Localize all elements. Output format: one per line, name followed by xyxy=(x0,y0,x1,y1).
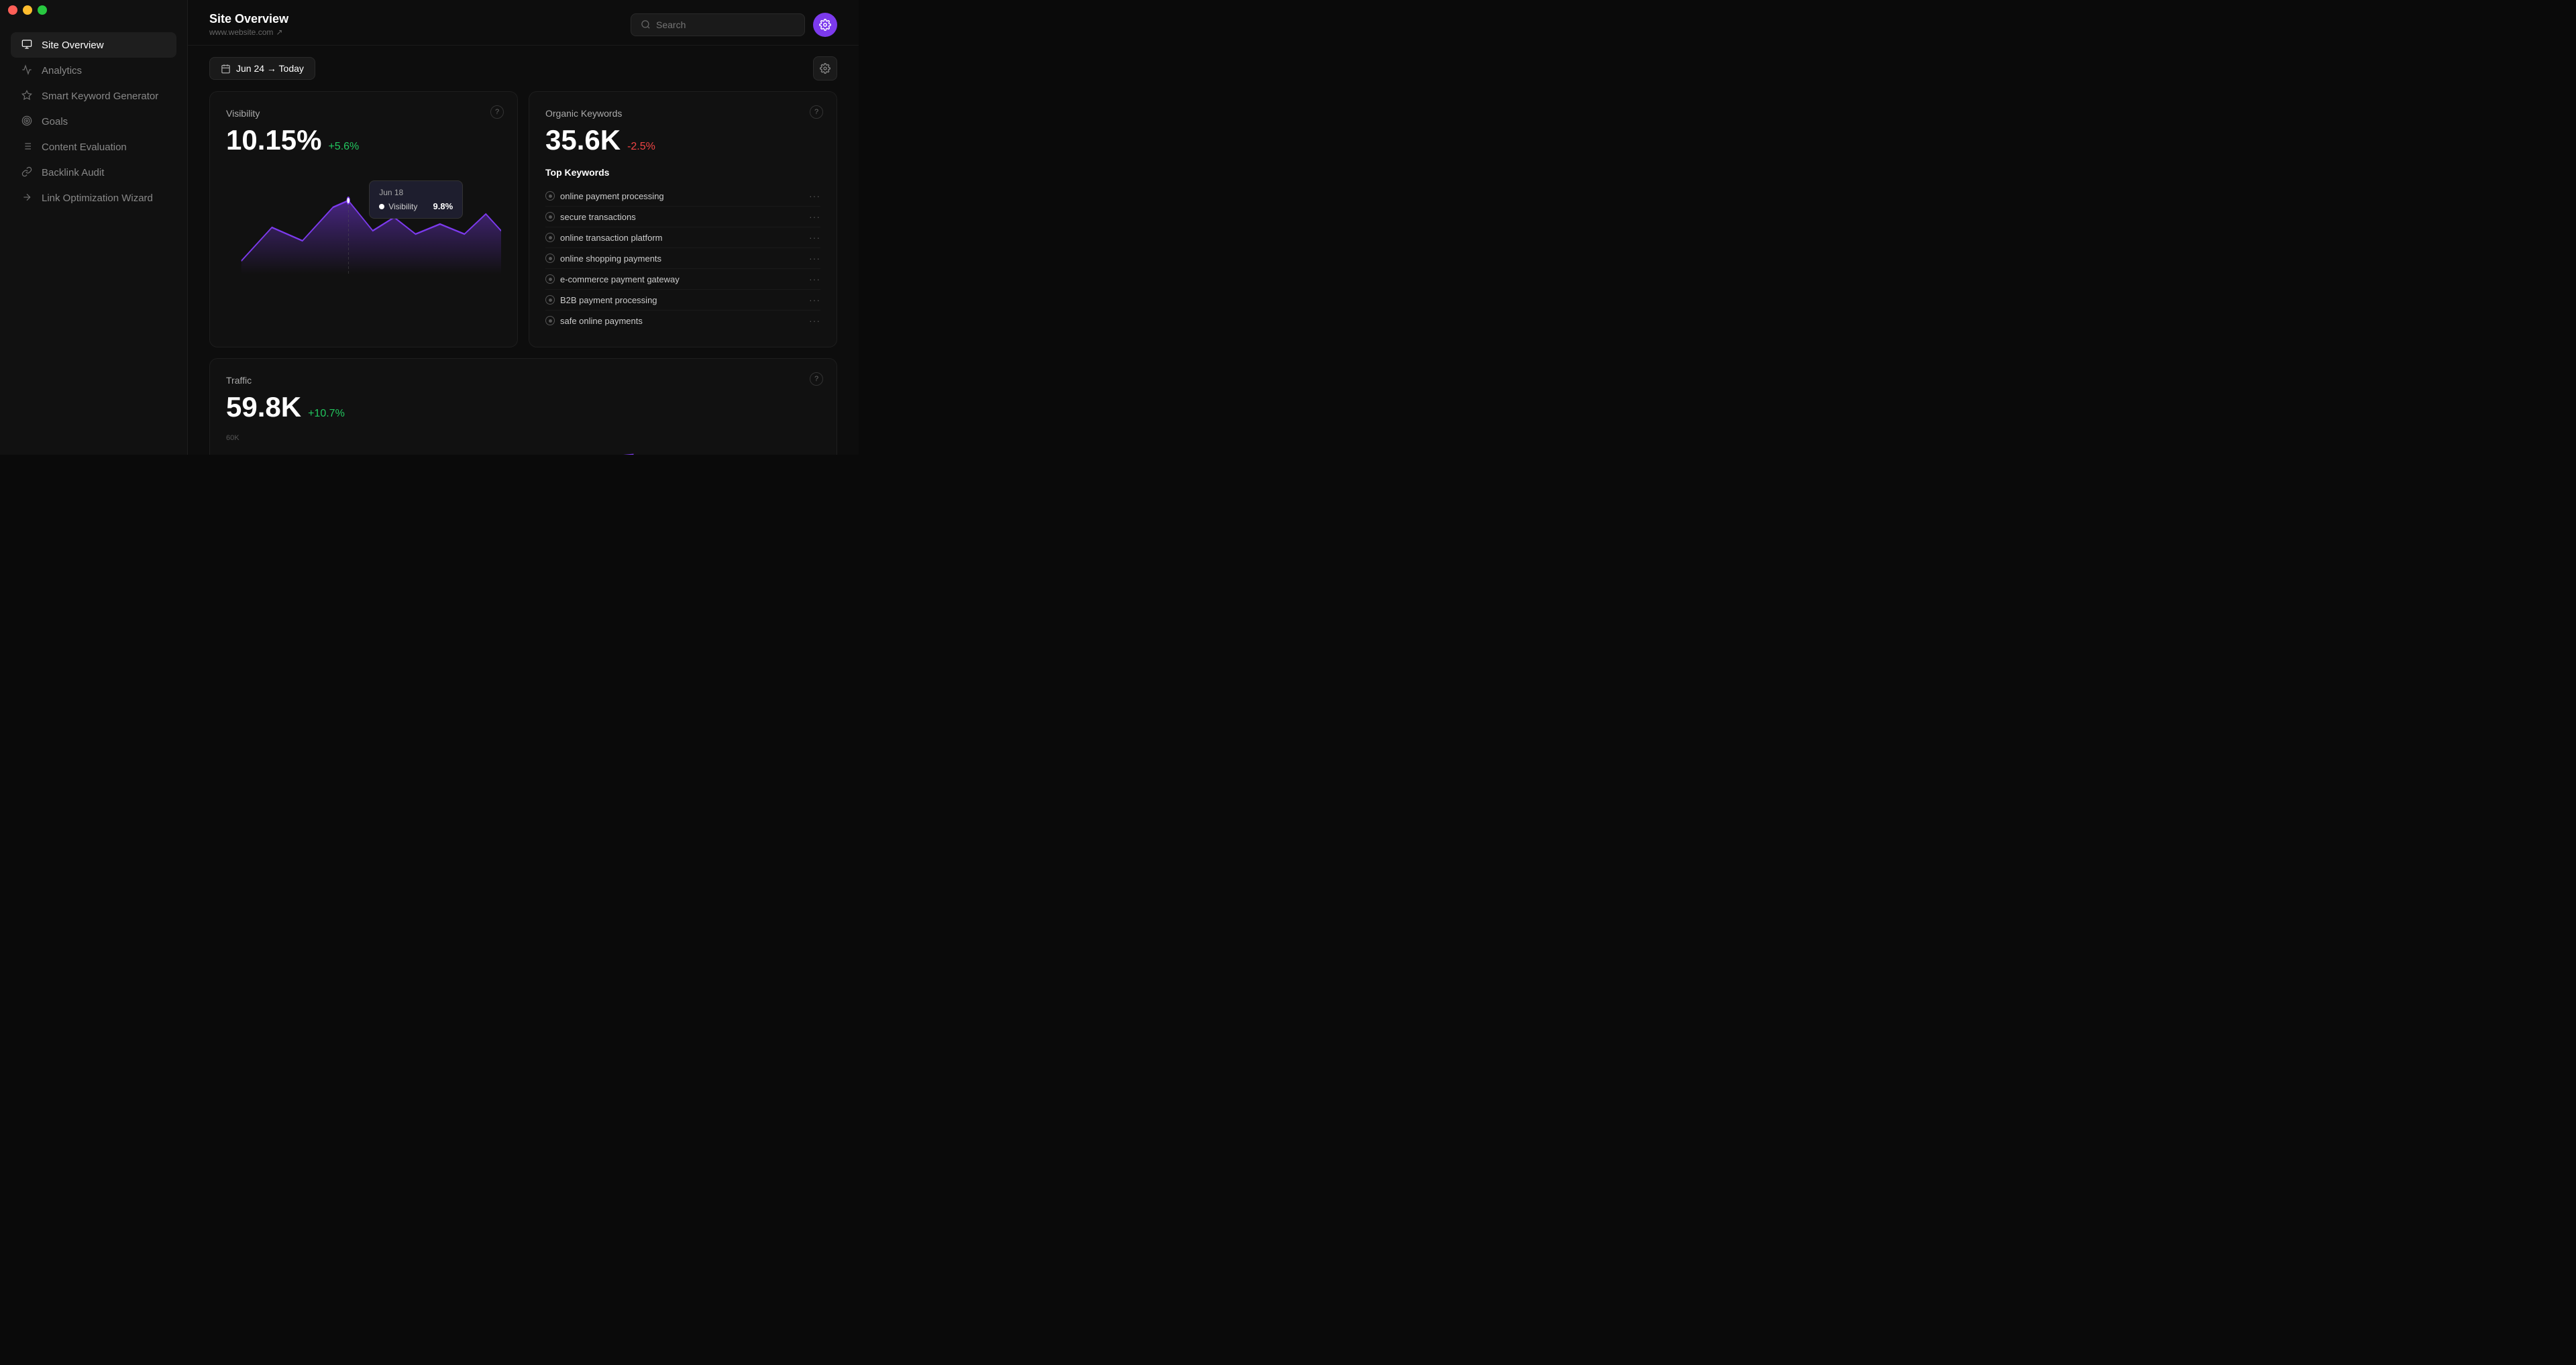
tooltip-date: Jun 18 xyxy=(379,188,453,197)
chart-icon xyxy=(21,64,34,76)
date-range-label: Jun 24 → Today xyxy=(236,63,304,74)
keyword-dot xyxy=(545,191,555,201)
keyword-text: secure transactions xyxy=(560,212,636,222)
target-icon xyxy=(21,115,34,127)
monitor-icon xyxy=(21,39,34,51)
keyword-row: B2B payment processing ··· xyxy=(545,290,820,311)
header: Site Overview www.website.com ↗ xyxy=(188,0,859,46)
minimize-button[interactable] xyxy=(23,5,32,15)
keyword-dot xyxy=(545,274,555,284)
keyword-dot xyxy=(545,254,555,263)
keyword-text: B2B payment processing xyxy=(560,295,657,305)
keyword-row: e-commerce payment gateway ··· xyxy=(545,269,820,290)
keyword-text: online payment processing xyxy=(560,191,664,201)
sidebar-item-analytics[interactable]: Analytics xyxy=(11,58,176,83)
organic-keywords-help-button[interactable]: ? xyxy=(810,105,823,119)
calendar-icon xyxy=(221,64,231,74)
sidebar-item-content-evaluation[interactable]: Content Evaluation xyxy=(11,134,176,160)
sidebar-item-smart-keyword-generator[interactable]: Smart Keyword Generator xyxy=(11,83,176,109)
visibility-card: Visibility 10.15% +5.6% ? Jun 18 Visibil xyxy=(209,91,518,347)
close-button[interactable] xyxy=(8,5,17,15)
sidebar-item-label: Site Overview xyxy=(42,40,104,51)
keyword-text: e-commerce payment gateway xyxy=(560,274,680,284)
tooltip-value: 9.8% xyxy=(433,201,453,211)
organic-keywords-change: -2.5% xyxy=(627,141,655,153)
search-input[interactable] xyxy=(656,19,795,30)
keyword-more-button[interactable]: ··· xyxy=(809,211,820,222)
list-icon xyxy=(21,141,34,153)
keyword-more-button[interactable]: ··· xyxy=(809,315,820,326)
visibility-change: +5.6% xyxy=(328,141,359,153)
keyword-text: safe online payments xyxy=(560,316,643,326)
keywords-section: Top Keywords online payment processing ·… xyxy=(545,167,820,331)
sidebar-item-label: Content Evaluation xyxy=(42,142,127,153)
visibility-label: Visibility xyxy=(226,108,501,119)
top-row: Visibility 10.15% +5.6% ? Jun 18 Visibil xyxy=(209,91,837,347)
visibility-value: 10.15% +5.6% xyxy=(226,124,501,156)
keyword-more-button[interactable]: ··· xyxy=(809,190,820,201)
link-icon xyxy=(21,166,34,178)
keyword-row: online shopping payments ··· xyxy=(545,248,820,269)
keyword-row: secure transactions ··· xyxy=(545,207,820,227)
organic-keywords-value: 35.6K -2.5% xyxy=(545,124,820,156)
keyword-more-button[interactable]: ··· xyxy=(809,253,820,264)
top-keywords-title: Top Keywords xyxy=(545,167,820,178)
visibility-chart: Jun 18 Visibility 9.8% xyxy=(226,167,501,274)
keyword-row: online payment processing ··· xyxy=(545,186,820,207)
settings-button[interactable] xyxy=(813,56,837,80)
maximize-button[interactable] xyxy=(38,5,47,15)
avatar-button[interactable] xyxy=(813,13,837,37)
sidebar-item-backlink-audit[interactable]: Backlink Audit xyxy=(11,160,176,185)
traffic-value: 59.8K +10.7% xyxy=(226,391,820,423)
visibility-help-button[interactable]: ? xyxy=(490,105,504,119)
wand-icon xyxy=(21,192,34,204)
date-range-button[interactable]: Jun 24 → Today xyxy=(209,57,315,80)
organic-keywords-card: Organic Keywords 35.6K -2.5% ? Top Keywo… xyxy=(529,91,837,347)
site-url: www.website.com ↗ xyxy=(209,28,288,37)
keyword-dot xyxy=(545,295,555,305)
keyword-more-button[interactable]: ··· xyxy=(809,294,820,305)
settings-icon xyxy=(820,63,830,74)
traffic-help-button[interactable]: ? xyxy=(810,372,823,386)
tooltip-metric: Visibility xyxy=(388,202,417,211)
cards-area: Visibility 10.15% +5.6% ? Jun 18 Visibil xyxy=(188,91,859,455)
traffic-card: Traffic 59.8K +10.7% ? 60K xyxy=(209,358,837,455)
keyword-text: online transaction platform xyxy=(560,233,662,243)
keyword-row: safe online payments ··· xyxy=(545,311,820,331)
sidebar-item-label: Link Optimization Wizard xyxy=(42,193,153,204)
keyword-more-button[interactable]: ··· xyxy=(809,274,820,284)
page-title: Site Overview xyxy=(209,12,288,26)
tooltip-dot xyxy=(379,204,384,209)
keyword-dot xyxy=(545,316,555,325)
sidebar-item-label: Smart Keyword Generator xyxy=(42,91,158,102)
traffic-chart-svg xyxy=(246,443,634,455)
keyword-dot xyxy=(545,233,555,242)
sidebar-item-link-optimization-wizard[interactable]: Link Optimization Wizard xyxy=(11,185,176,211)
sidebar-item-label: Goals xyxy=(42,116,68,127)
traffic-label: Traffic xyxy=(226,375,820,386)
traffic-change: +10.7% xyxy=(308,408,345,420)
keyword-text: online shopping payments xyxy=(560,254,661,264)
sidebar-item-goals[interactable]: Goals xyxy=(11,109,176,134)
chart-tooltip: Jun 18 Visibility 9.8% xyxy=(369,180,463,219)
keyword-list: online payment processing ··· secure tra… xyxy=(545,186,820,331)
keyword-more-button[interactable]: ··· xyxy=(809,232,820,243)
keyword-dot xyxy=(545,212,555,221)
search-icon xyxy=(641,19,651,30)
keyword-row: online transaction platform ··· xyxy=(545,227,820,248)
sidebar-item-site-overview[interactable]: Site Overview xyxy=(11,32,176,58)
organic-keywords-label: Organic Keywords xyxy=(545,108,820,119)
sidebar-item-label: Backlink Audit xyxy=(42,167,104,178)
sparkles-icon xyxy=(21,90,34,102)
traffic-chart: 60K xyxy=(226,434,820,455)
main-content: Site Overview www.website.com ↗ xyxy=(188,0,859,455)
traffic-chart-y-label: 60K xyxy=(226,434,239,442)
avatar-icon xyxy=(819,19,831,31)
search-box[interactable] xyxy=(631,13,805,36)
sidebar: Site Overview Analytics Smart Keyword Ge… xyxy=(0,0,188,455)
sidebar-item-label: Analytics xyxy=(42,65,82,76)
toolbar: Jun 24 → Today xyxy=(188,46,859,91)
